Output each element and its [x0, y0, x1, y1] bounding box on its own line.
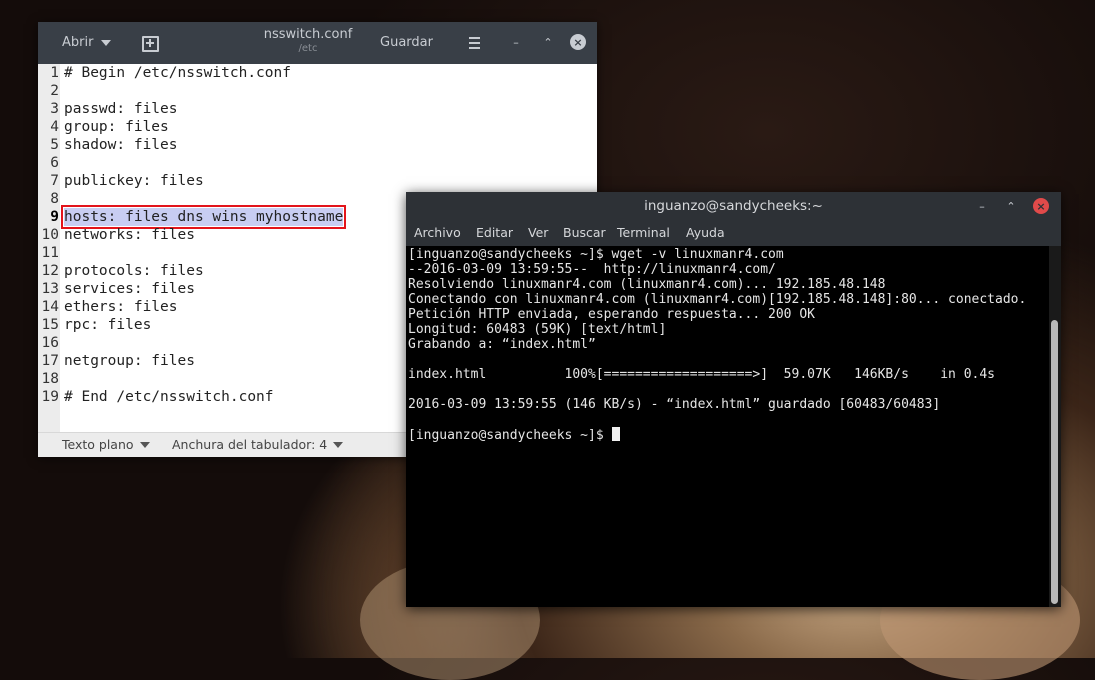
line-number: 12	[41, 263, 59, 279]
line-number: 4	[50, 119, 59, 135]
terminal-line: --2016-03-09 13:59:55-- http://linuxmanr…	[408, 262, 776, 277]
line-number: 19	[41, 389, 59, 405]
terminal-line-text: Longitud: 60483 (59K) [text/html]	[408, 322, 667, 337]
line-number: 18	[41, 371, 59, 387]
line-text: netgroup: files	[64, 353, 195, 369]
scrollbar-thumb[interactable]	[1051, 320, 1058, 604]
line-text: # End /etc/nsswitch.conf	[64, 389, 274, 405]
terminal-output[interactable]: [inguanzo@sandycheeks ~]$ wget -v linuxm…	[406, 246, 1049, 607]
document-title: nsswitch.conf /etc	[248, 28, 368, 56]
terminal-line-text: [inguanzo@sandycheeks ~]$ wget -v linuxm…	[408, 247, 784, 262]
terminal-title: inguanzo@sandycheeks:~	[644, 198, 823, 214]
chevron-down-icon	[333, 441, 344, 448]
line-number: 3	[50, 101, 59, 117]
terminal-window: inguanzo@sandycheeks:~ – ⌃ × Archivo Edit…	[406, 192, 1061, 607]
menu-item-editar[interactable]: Editar	[476, 225, 513, 240]
chevron-down-icon	[101, 39, 112, 46]
tab-width-label: Anchura del tabulador: 4	[172, 437, 328, 452]
text-cursor	[611, 427, 620, 441]
line-text: services: files	[64, 281, 195, 297]
maximize-icon[interactable]: ⌃	[540, 34, 556, 50]
menu-item-ver[interactable]: Ver	[528, 225, 548, 240]
line-number: 1	[50, 65, 59, 81]
terminal-line: Longitud: 60483 (59K) [text/html]	[408, 322, 666, 337]
terminal-line: Resolviendo linuxmanr4.com (linuxmanr4.c…	[408, 277, 885, 292]
terminal-line: index.html 100%[===================>] 59…	[408, 367, 995, 382]
terminal-line-text: [inguanzo@sandycheeks ~]$	[408, 428, 612, 443]
terminal-line-text: Conectando con linuxmanr4.com (linuxmanr…	[408, 292, 1027, 307]
save-button[interactable]: Guardar	[380, 35, 433, 50]
maximize-icon[interactable]: ⌃	[1003, 198, 1019, 214]
line-number: 17	[41, 353, 59, 369]
menu-item-ayuda[interactable]: Ayuda	[686, 225, 725, 240]
line-number: 7	[50, 173, 59, 189]
terminal-line-text: Resolviendo linuxmanr4.com (linuxmanr4.c…	[408, 277, 886, 292]
line-text: # Begin /etc/nsswitch.conf	[64, 65, 291, 81]
line-number: 14	[41, 299, 59, 315]
terminal-line: Grabando a: “index.html”	[408, 337, 596, 352]
menu-item-buscar[interactable]: Buscar	[563, 225, 606, 240]
syntax-label: Texto plano	[62, 437, 134, 452]
line-number: 13	[41, 281, 59, 297]
terminal-line-text: 2016-03-09 13:59:55 (146 KB/s) - “index.…	[408, 397, 941, 412]
open-button[interactable]: Abrir	[62, 35, 112, 50]
menu-item-archivo[interactable]: Archivo	[414, 225, 461, 240]
highlighted-hosts-line: hosts: files dns wins myhostname	[60, 205, 347, 229]
menu-item-terminal[interactable]: Terminal	[617, 225, 670, 240]
line-text: publickey: files	[64, 173, 204, 189]
tab-width-selector[interactable]: Anchura del tabulador: 4	[172, 437, 344, 452]
open-label: Abrir	[62, 35, 94, 50]
minimize-icon[interactable]: –	[508, 34, 524, 50]
line-number: 8	[50, 191, 59, 207]
terminal-line: 2016-03-09 13:59:55 (146 KB/s) - “index.…	[408, 397, 940, 412]
line-number: 10	[41, 227, 59, 243]
line-number: 16	[41, 335, 59, 351]
close-icon[interactable]: ×	[570, 34, 586, 50]
terminal-line-text: index.html 100%[===================>] 59…	[408, 367, 995, 382]
line-number: 15	[41, 317, 59, 333]
new-document-icon[interactable]	[142, 36, 159, 52]
line-number: 9	[50, 209, 59, 225]
terminal-menubar: Archivo Editar Ver Buscar Terminal Ayuda	[406, 220, 1061, 246]
file-path: /etc	[298, 43, 318, 54]
terminal-line: Conectando con linuxmanr4.com (linuxmanr…	[408, 292, 1026, 307]
line-text: passwd: files	[64, 101, 178, 117]
editor-header-bar: Abrir nsswitch.conf /etc Guardar – ⌃ ×	[38, 22, 597, 64]
terminal-titlebar: inguanzo@sandycheeks:~ – ⌃ ×	[406, 192, 1061, 220]
menu-icon[interactable]	[469, 37, 480, 52]
close-icon[interactable]: ×	[1033, 198, 1049, 214]
line-number: 2	[50, 83, 59, 99]
minimize-icon[interactable]: –	[974, 198, 990, 214]
terminal-line: [inguanzo@sandycheeks ~]$	[408, 427, 620, 443]
terminal-line: Petición HTTP enviada, esperando respues…	[408, 307, 815, 322]
filename: nsswitch.conf	[263, 27, 353, 42]
line-text: networks: files	[64, 227, 195, 243]
line-text: protocols: files	[64, 263, 204, 279]
line-number: 5	[50, 137, 59, 153]
syntax-selector[interactable]: Texto plano	[62, 437, 150, 452]
line-number: 6	[50, 155, 59, 171]
line-text: group: files	[64, 119, 169, 135]
line-text: ethers: files	[64, 299, 178, 315]
terminal-line-text: --2016-03-09 13:59:55-- http://linuxmanr…	[408, 262, 776, 277]
scrollbar[interactable]	[1049, 246, 1061, 607]
chevron-down-icon	[139, 441, 150, 448]
terminal-line-text: Grabando a: “index.html”	[408, 337, 596, 352]
line-number: 11	[41, 245, 59, 261]
terminal-line-text: Petición HTTP enviada, esperando respues…	[408, 307, 815, 322]
terminal-line: [inguanzo@sandycheeks ~]$ wget -v linuxm…	[408, 247, 784, 262]
line-text: rpc: files	[64, 317, 152, 333]
line-text: shadow: files	[64, 137, 178, 153]
